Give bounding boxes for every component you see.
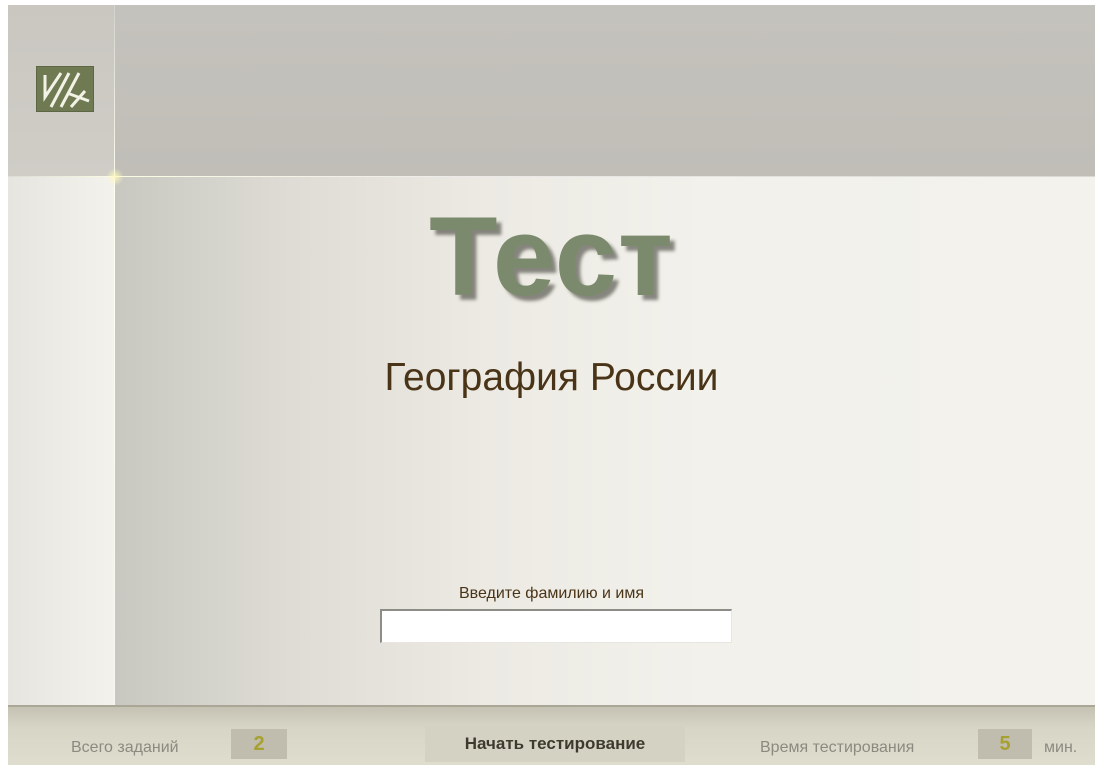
app-window: Тест География России Введите фамилию и … [8,5,1095,765]
name-prompt-label: Введите фамилию и имя [458,585,644,602]
test-subject-subtitle: География России [384,356,719,399]
time-unit-label: мин. [1044,739,1078,756]
test-time-value: 5 [978,729,1032,759]
total-tasks-count: 2 [231,729,287,759]
page-title: Тест [429,194,674,319]
horizontal-divider [8,176,1095,177]
test-time-label: Время тестирования [760,739,915,756]
start-test-button[interactable]: Начать тестирование [425,726,685,762]
header-band [8,5,1095,177]
sparkle-decoration [106,168,124,186]
total-tasks-label: Всего заданий [71,739,179,756]
footer-bar: Всего заданий 2 Начать тестирование Врем… [8,705,1095,765]
abstract-lines-logo-icon [36,66,94,112]
name-input[interactable] [380,609,732,643]
